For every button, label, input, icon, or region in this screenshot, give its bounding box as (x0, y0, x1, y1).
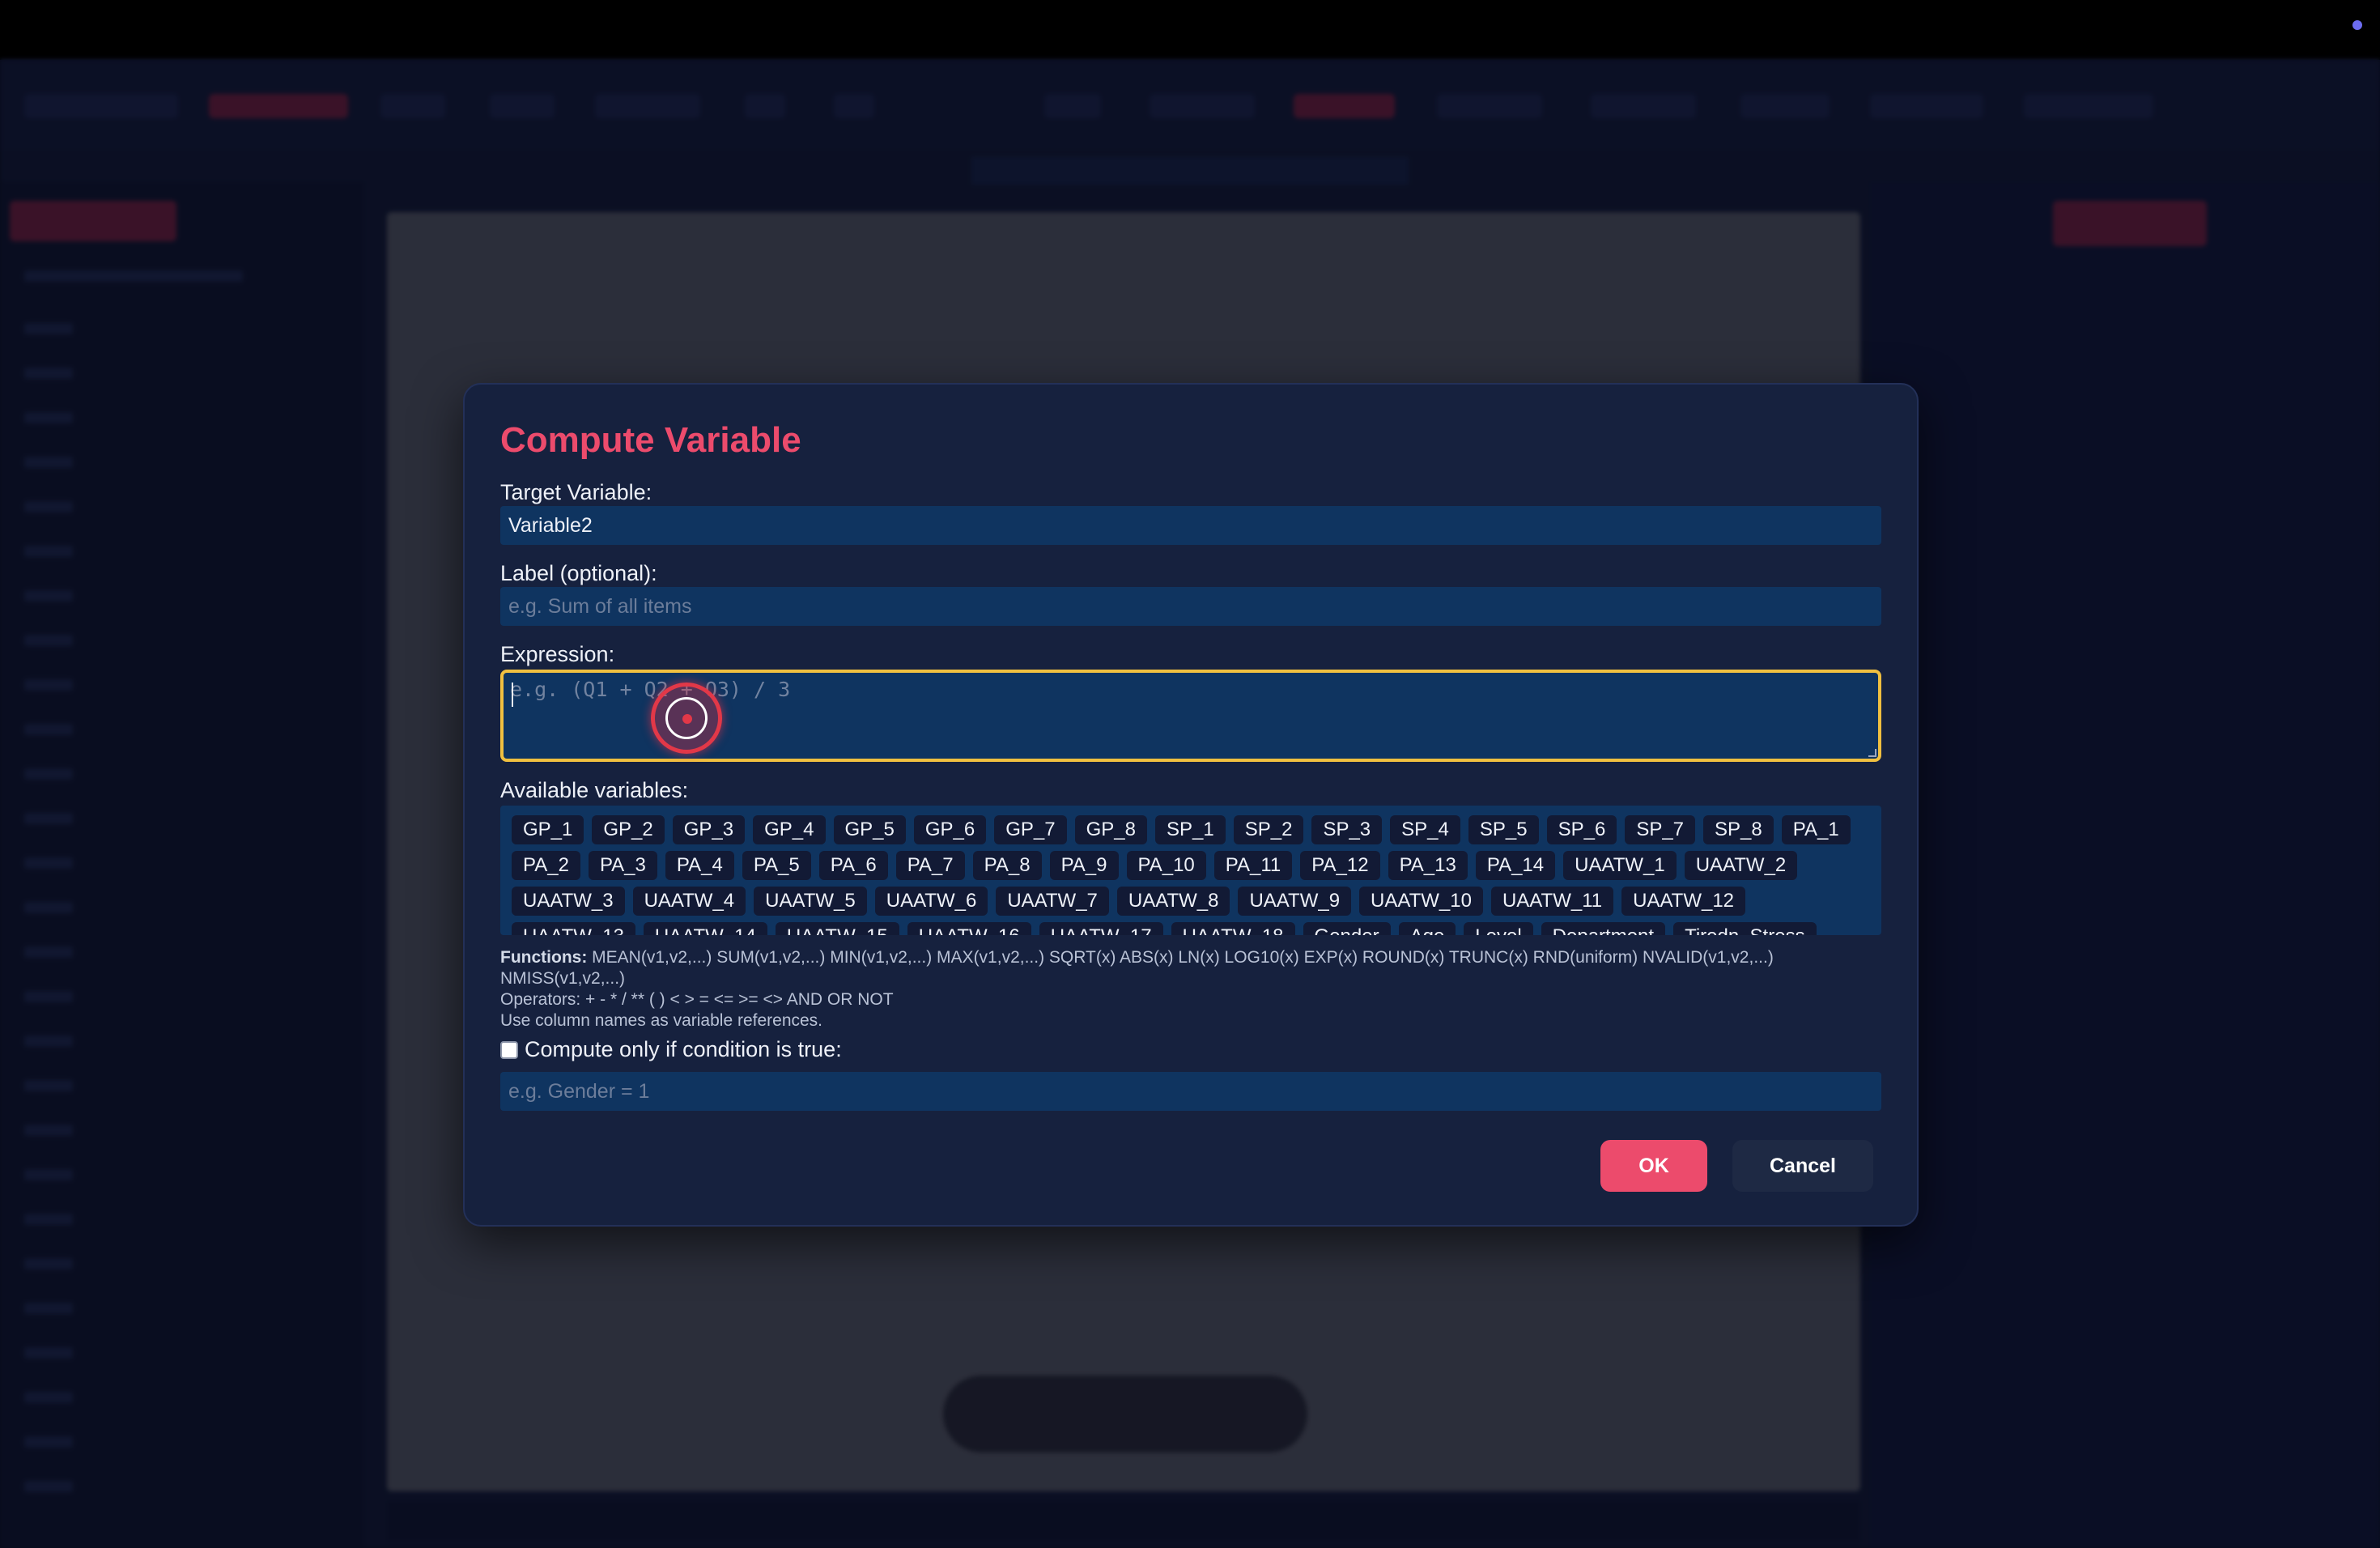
variable-chip[interactable]: GP_7 (994, 815, 1067, 844)
condition-row: Compute only if condition is true: (500, 1037, 842, 1062)
variable-chip[interactable]: GP_5 (833, 815, 906, 844)
ok-button[interactable]: OK (1600, 1140, 1707, 1192)
variable-chip[interactable]: PA_9 (1049, 851, 1119, 880)
variable-chip[interactable]: UAATW_15 (775, 922, 899, 935)
condition-label: Compute only if condition is true: (525, 1037, 842, 1061)
variable-chip[interactable]: UAATW_1 (1563, 851, 1677, 880)
expression-label: Expression: (500, 642, 615, 666)
hint-help: Use column names as variable references. (500, 1011, 823, 1030)
variable-chip[interactable]: SP_8 (1703, 815, 1774, 844)
condition-input[interactable]: e.g. Gender = 1 (500, 1072, 1881, 1111)
label-input[interactable]: e.g. Sum of all items (500, 587, 1881, 626)
variable-chip[interactable]: PA_3 (588, 851, 657, 880)
variable-chip[interactable]: Age (1398, 922, 1456, 935)
functions-text: MEAN(v1,v2,...) SUM(v1,v2,...) MIN(v1,v2… (500, 948, 1774, 988)
resize-handle-icon[interactable] (1868, 749, 1876, 757)
variable-chip[interactable]: SP_5 (1468, 815, 1539, 844)
variable-chip[interactable]: GP_4 (753, 815, 826, 844)
variable-chip[interactable]: SP_6 (1546, 815, 1617, 844)
available-variables-label: Available variables: (500, 778, 689, 802)
variable-chip[interactable]: PA_4 (665, 851, 734, 880)
expression-placeholder: e.g. (Q1 + Q2 + Q3) / 3 (510, 678, 791, 701)
variable-chip[interactable]: UAATW_17 (1039, 922, 1163, 935)
variable-chip[interactable]: UAATW_9 (1238, 887, 1352, 916)
variable-chip[interactable]: UAATW_13 (512, 922, 635, 935)
variable-chip[interactable]: GP_8 (1074, 815, 1147, 844)
cursor-dot (682, 714, 692, 724)
variable-chip[interactable]: PA_13 (1388, 851, 1468, 880)
operators-help: Operators: + - * / ** ( ) < > = <= >= <>… (500, 990, 894, 1009)
variable-chip[interactable]: UAATW_5 (754, 887, 867, 916)
variable-chip[interactable]: UAATW_6 (874, 887, 988, 916)
functions-label: Functions: (500, 948, 588, 967)
variable-chip[interactable]: PA_11 (1213, 851, 1293, 880)
status-dot-icon (2352, 20, 2362, 30)
variable-chip[interactable]: SP_3 (1311, 815, 1383, 844)
variable-chip[interactable]: UAATW_10 (1359, 887, 1483, 916)
help-text: Functions: MEAN(v1,v2,...) SUM(v1,v2,...… (500, 947, 1893, 1031)
variable-chip[interactable]: PA_14 (1475, 851, 1556, 880)
target-variable-input[interactable]: Variable2 (500, 506, 1881, 545)
click-cursor-icon (651, 683, 722, 754)
variable-chip[interactable]: UAATW_18 (1171, 922, 1295, 935)
variable-chip[interactable]: PA_5 (742, 851, 811, 880)
variable-chip[interactable]: GP_2 (592, 815, 665, 844)
variable-chip[interactable]: PA_10 (1126, 851, 1206, 880)
variable-chip[interactable]: UAATW_11 (1490, 887, 1614, 916)
variable-chip[interactable]: UAATW_12 (1621, 887, 1746, 916)
variable-chip[interactable]: PA_8 (972, 851, 1042, 880)
variable-chip[interactable]: UAATW_4 (632, 887, 746, 916)
variable-chip[interactable]: PA_12 (1300, 851, 1380, 880)
variable-chip[interactable]: GP_3 (672, 815, 746, 844)
target-variable-label: Target Variable: (500, 480, 652, 504)
variable-chip[interactable]: Level (1464, 922, 1533, 935)
variable-chip[interactable]: PA_1 (1781, 815, 1851, 844)
dialog-title: Compute Variable (500, 420, 801, 460)
variable-chip[interactable]: UAATW_2 (1684, 851, 1798, 880)
variable-chip[interactable]: SP_4 (1390, 815, 1460, 844)
variable-chip[interactable]: Gender (1303, 922, 1391, 935)
variable-chip[interactable]: UAATW_16 (907, 922, 1031, 935)
compute-variable-dialog: Compute Variable Target Variable: Variab… (463, 383, 1919, 1227)
available-variables-list[interactable]: GP_1 GP_2 GP_3 GP_4 GP_5 GP_6 GP_7 GP_8 SP_1 SP_2… (500, 806, 1881, 935)
label-optional-label: Label (optional): (500, 561, 657, 585)
variable-chip[interactable]: PA_6 (818, 851, 888, 880)
variable-chip[interactable]: SP_2 (1233, 815, 1304, 844)
variable-chip[interactable]: SP_7 (1625, 815, 1696, 844)
variable-chip[interactable]: PA_7 (895, 851, 965, 880)
condition-checkbox[interactable] (500, 1040, 518, 1059)
variable-chip[interactable]: SP_1 (1155, 815, 1226, 844)
top-bar (0, 0, 2380, 60)
variable-chip[interactable]: Department (1541, 922, 1666, 935)
cancel-button[interactable]: Cancel (1732, 1140, 1873, 1192)
variable-chip[interactable]: UAATW_3 (512, 887, 625, 916)
variable-chip[interactable]: GP_6 (913, 815, 987, 844)
variable-chip[interactable]: GP_1 (512, 815, 584, 844)
text-caret (512, 683, 513, 707)
variable-chip[interactable]: Tiredn_Stress (1673, 922, 1817, 935)
functions-help: Functions: MEAN(v1,v2,...) SUM(v1,v2,...… (500, 947, 1893, 989)
variable-chip[interactable]: PA_2 (512, 851, 580, 880)
variable-chip[interactable]: UAATW_7 (996, 887, 1109, 916)
variable-chip[interactable]: UAATW_14 (643, 922, 767, 935)
variable-chip[interactable]: UAATW_8 (1116, 887, 1230, 916)
